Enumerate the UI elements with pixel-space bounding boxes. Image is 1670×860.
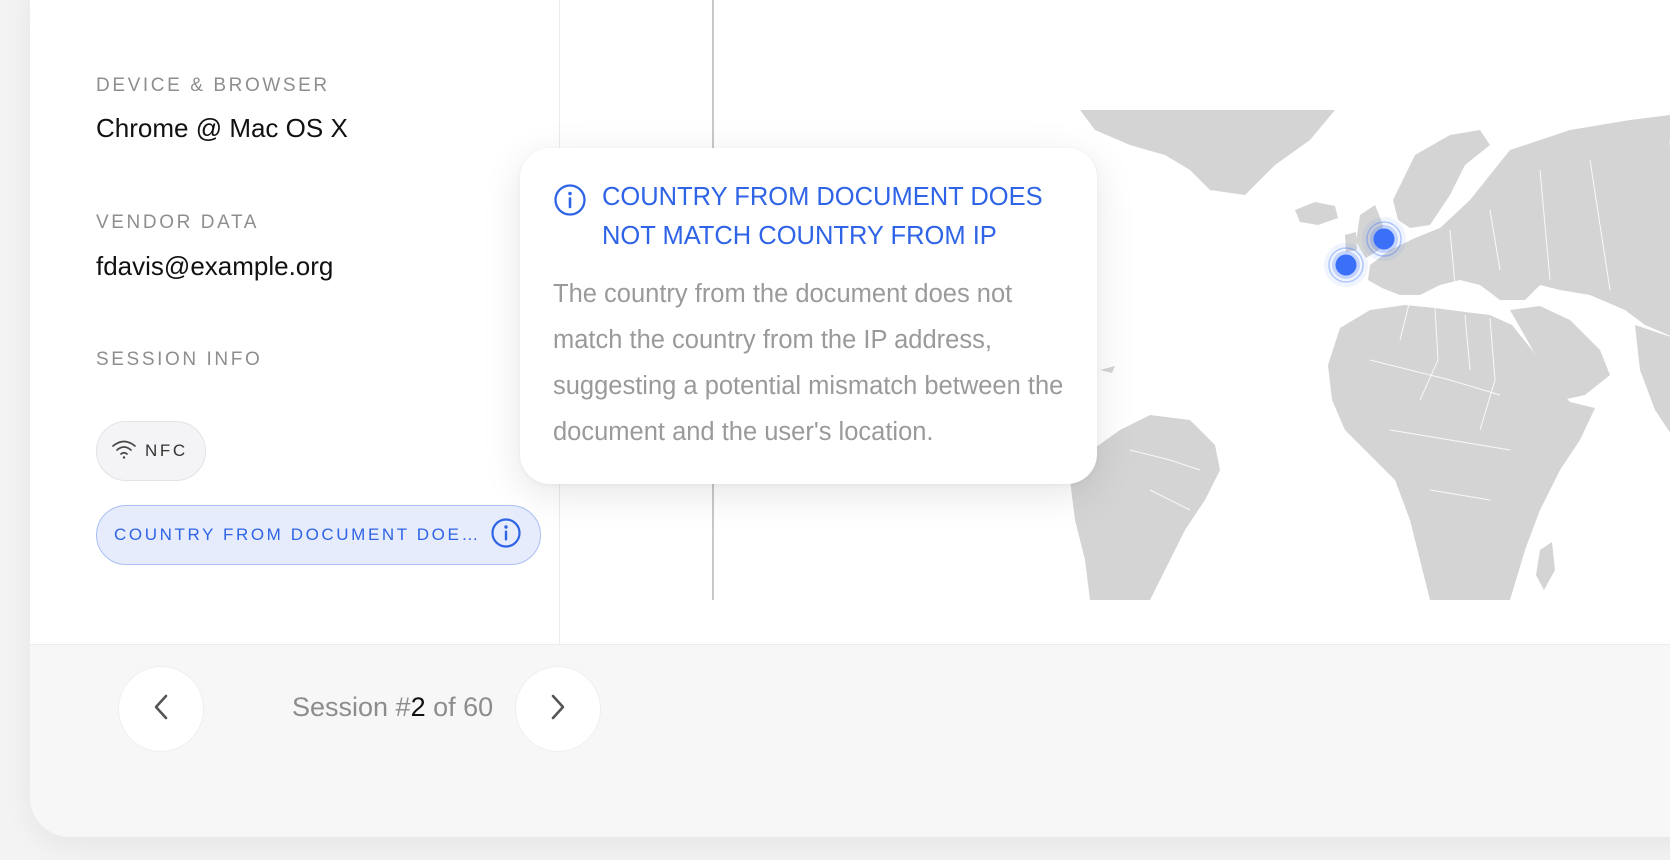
details-panel: DEVICE & BROWSER Chrome @ Mac OS X VENDO… xyxy=(30,0,560,644)
tooltip-body: The country from the document does not m… xyxy=(553,280,1064,446)
previous-session-button[interactable] xyxy=(118,666,204,752)
tooltip-title: COUNTRY FROM DOCUMENT DOES NOT MATCH COU… xyxy=(602,183,1043,250)
wifi-icon xyxy=(111,438,137,465)
pagination-footer xyxy=(30,644,1670,837)
device-browser-label: DEVICE & BROWSER xyxy=(96,75,330,96)
chevron-right-icon xyxy=(548,692,568,727)
session-counter-current: 2 xyxy=(410,692,426,722)
country-mismatch-tooltip: COUNTRY FROM DOCUMENT DOES NOT MATCH COU… xyxy=(520,148,1097,484)
info-icon xyxy=(553,183,587,222)
session-counter-total: of 60 xyxy=(425,692,494,722)
next-session-button[interactable] xyxy=(515,666,601,752)
vendor-data-label: VENDOR DATA xyxy=(96,212,260,233)
nfc-chip[interactable]: NFC xyxy=(96,421,206,481)
vendor-data-value: fdavis@example.org xyxy=(96,251,334,281)
chevron-left-icon xyxy=(151,692,171,727)
session-counter-prefix: Session # xyxy=(292,692,411,722)
nfc-chip-label: NFC xyxy=(145,441,188,460)
device-browser-value: Chrome @ Mac OS X xyxy=(96,113,348,143)
session-counter: Session #2 of 60 xyxy=(292,692,493,723)
info-icon[interactable] xyxy=(490,517,522,554)
session-info-label: SESSION INFO xyxy=(96,349,263,370)
world-map[interactable] xyxy=(1070,110,1670,600)
country-mismatch-chip[interactable]: COUNTRY FROM DOCUMENT DOES NOT MATCH COU… xyxy=(96,505,541,565)
country-mismatch-chip-label: COUNTRY FROM DOCUMENT DOES NOT MATCH COU… xyxy=(114,525,482,544)
